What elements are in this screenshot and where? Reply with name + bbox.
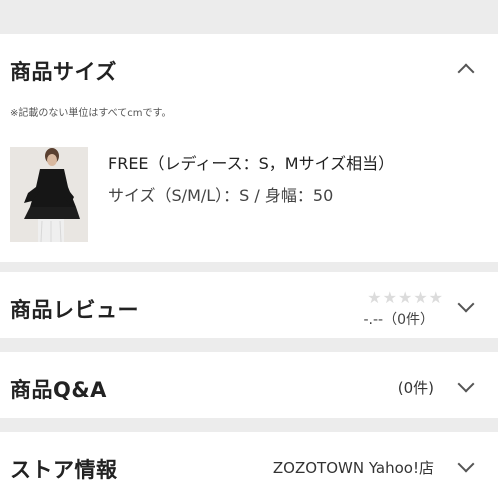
chevron-up-icon[interactable] [457, 63, 475, 81]
unit-note: ※記載のない単位はすべてcmです。 [10, 108, 172, 119]
size-section-header[interactable]: 商品サイズ [0, 34, 498, 94]
qa-section[interactable]: 商品Q&A (0件) [0, 352, 498, 418]
review-section[interactable]: 商品レビュー ★★★★★ -.--（0件） [0, 272, 498, 338]
store-section[interactable]: ストア情報 ZOZOTOWN Yahoo!店 [0, 432, 498, 498]
store-section-title: ストア情報 [10, 458, 118, 482]
review-section-title: 商品レビュー [10, 298, 139, 322]
store-name: ZOZOTOWN Yahoo!店 [272, 459, 434, 477]
chevron-down-icon[interactable] [457, 455, 475, 473]
size-detail: サイズ（S/M/L）：S / 身幅：50 [108, 186, 334, 205]
size-section: 商品サイズ ※記載のない単位はすべてcmです。 FREE（レディース：S，Mサイ… [0, 34, 498, 262]
size-section-title: 商品サイズ [10, 60, 117, 84]
review-rating-text: -.--（0件） [363, 312, 434, 328]
qa-count: (0件) [397, 379, 434, 397]
product-thumbnail[interactable] [10, 147, 88, 242]
qa-section-title: 商品Q&A [10, 378, 107, 402]
size-name: FREE（レディース：S，Mサイズ相当） [108, 154, 395, 173]
rating-stars-icon: ★★★★★ [367, 288, 444, 307]
product-image [10, 147, 88, 242]
chevron-down-icon[interactable] [457, 295, 475, 313]
chevron-down-icon[interactable] [457, 375, 475, 393]
